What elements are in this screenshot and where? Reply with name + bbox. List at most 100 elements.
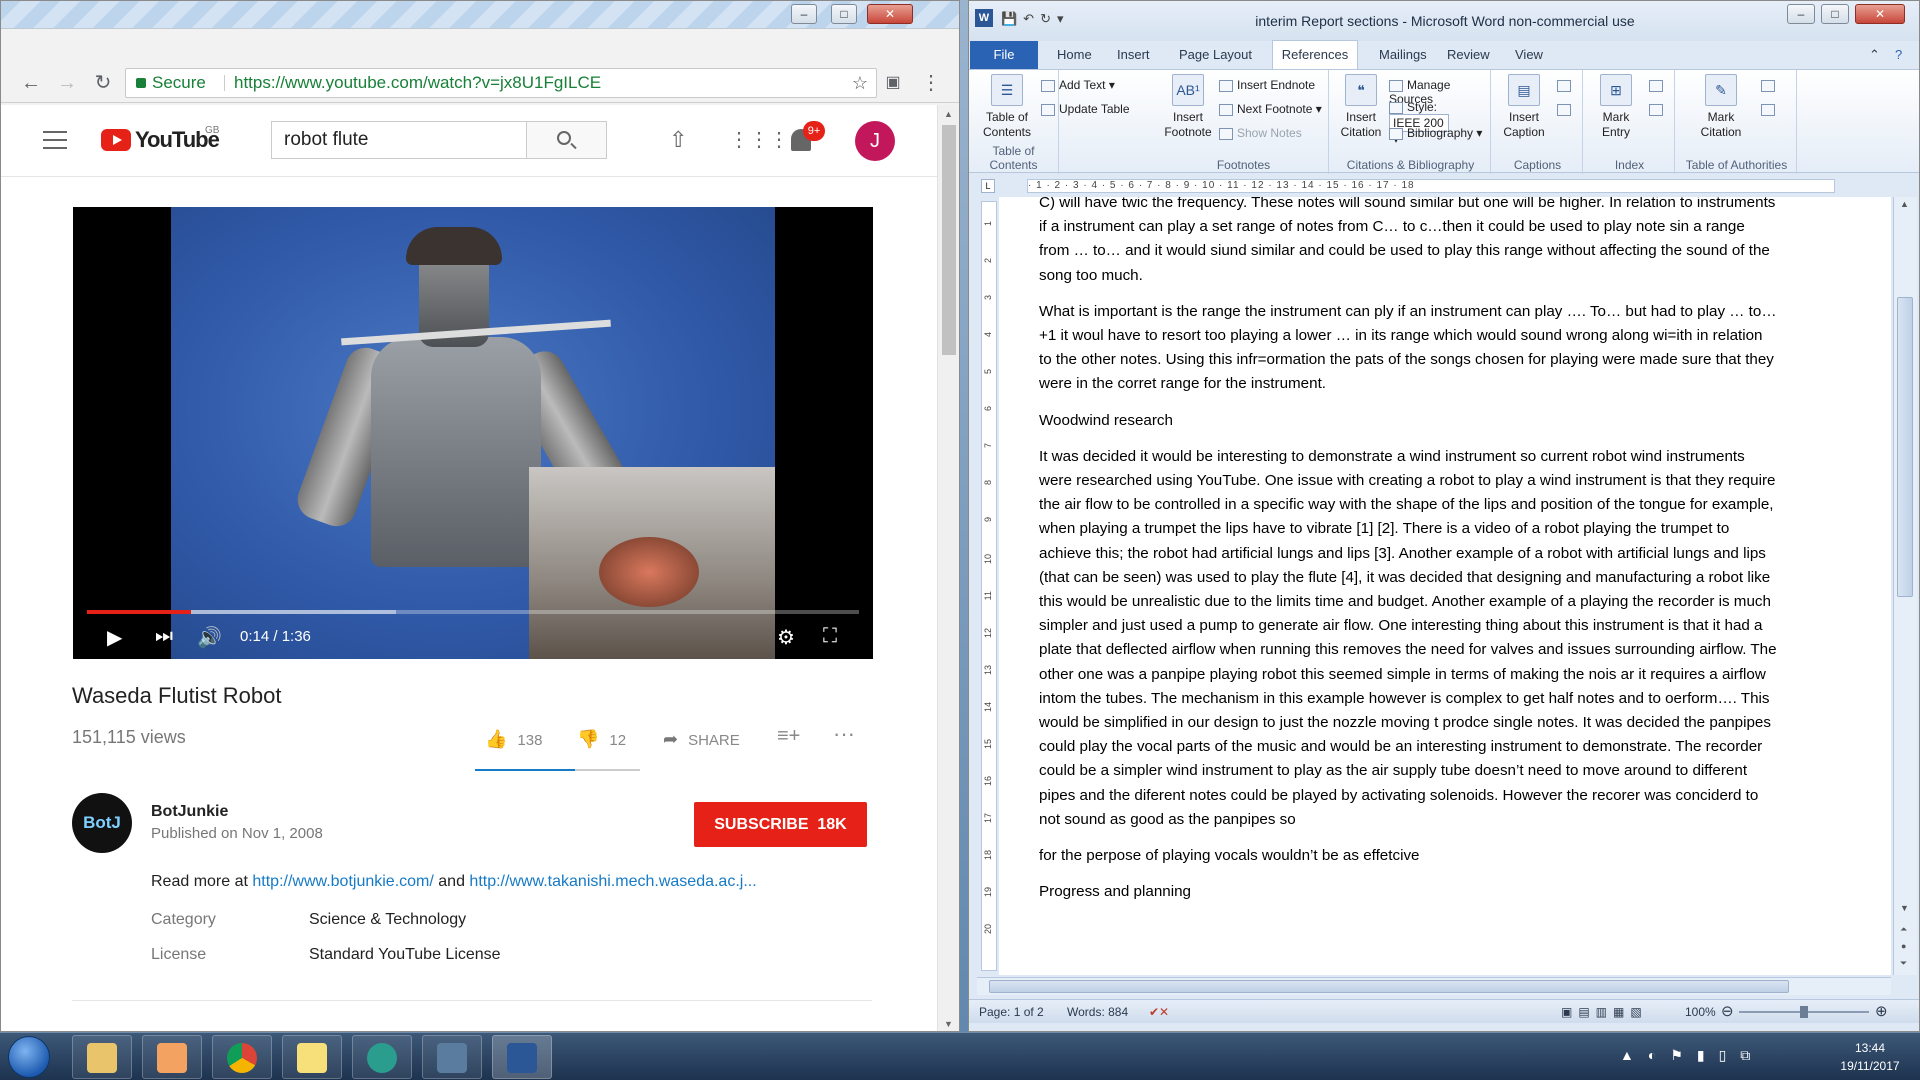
next-footnote-button[interactable]: Next Footnote ▾: [1219, 102, 1322, 116]
account-avatar[interactable]: J: [855, 121, 895, 161]
vertical-ruler[interactable]: 1 2 3 4 5 6 7 8 9 10 11 12 13 14 15 16 17 18 19 20: [981, 201, 997, 971]
fullscreen-icon[interactable]: ⛶: [823, 625, 837, 648]
chrome-tabstrip[interactable]: – □ ✕: [1, 1, 959, 29]
like-button[interactable]: 👍 138: [485, 729, 542, 750]
reload-icon[interactable]: ↻: [91, 72, 115, 94]
volume-icon[interactable]: 🔊: [197, 625, 222, 650]
doc-scroll-down-icon[interactable]: ▼: [1900, 903, 1909, 913]
insert-authorities-icon[interactable]: [1761, 78, 1779, 92]
bookmark-star-icon[interactable]: ☆: [852, 69, 868, 97]
start-button[interactable]: [8, 1036, 50, 1078]
clock[interactable]: 13:44 19/11/2017: [1830, 1039, 1910, 1075]
back-icon[interactable]: ←: [19, 72, 43, 94]
play-icon[interactable]: ▶: [107, 625, 122, 650]
youtube-logo-icon[interactable]: [101, 129, 131, 151]
address-bar[interactable]: Secure https://www.youtube.com/watch?v=j…: [125, 68, 877, 98]
page-count[interactable]: Page: 1 of 2: [979, 1005, 1044, 1019]
url-text[interactable]: https://www.youtube.com/watch?v=jx8U1FgI…: [234, 69, 601, 97]
dislike-button[interactable]: 👎 12: [577, 729, 626, 750]
paragraph-2[interactable]: What is important is the range the instr…: [1039, 300, 1779, 397]
insert-footnote-button[interactable]: AB¹ Insert Footnote: [1163, 74, 1213, 140]
paragraph-3[interactable]: It was decided it would be interesting t…: [1039, 445, 1779, 832]
taskbar-security[interactable]: [352, 1035, 412, 1079]
taskbar-sticky-notes[interactable]: [282, 1035, 342, 1079]
system-tray[interactable]: ▲◐⚑▮▯⧉: [1620, 1047, 1764, 1064]
tab-selector-icon[interactable]: L: [981, 179, 995, 193]
word-close-button[interactable]: ✕: [1855, 4, 1905, 24]
chrome-menu-icon[interactable]: ⋮: [919, 72, 943, 94]
previous-page-icon[interactable]: ⏶: [1900, 924, 1907, 935]
zoom-slider[interactable]: [1739, 1006, 1869, 1018]
mark-citation-button[interactable]: ✎ Mark Citation: [1691, 74, 1751, 140]
category-value[interactable]: Science & Technology: [309, 911, 466, 929]
chrome-minimize-button[interactable]: –: [791, 4, 817, 24]
insert-index-icon[interactable]: [1649, 78, 1667, 92]
settings-gear-icon[interactable]: ⚙: [777, 625, 795, 650]
zoom-level[interactable]: 100%: [1685, 1005, 1716, 1019]
ribbon-collapse-icon[interactable]: ⌃: [1869, 47, 1880, 63]
next-page-icon[interactable]: ⏷: [1900, 958, 1907, 969]
taskbar-word[interactable]: [492, 1035, 552, 1079]
tab-file[interactable]: File: [970, 41, 1038, 69]
search-input[interactable]: robot flute: [271, 121, 527, 159]
page-scrollbar[interactable]: ▲ ▼: [937, 105, 959, 1031]
heading-progress-and-planning[interactable]: Progress and planning: [1039, 880, 1779, 904]
table-of-contents-button[interactable]: ☰ Table of Contents: [977, 74, 1037, 140]
tab-references[interactable]: References: [1272, 40, 1358, 70]
tab-home[interactable]: Home: [1057, 47, 1092, 62]
view-buttons[interactable]: ▣▤▥▦▧: [1561, 1005, 1648, 1019]
document-vertical-scrollbar[interactable]: ▲ ▼ ⏶ ● ⏷: [1893, 197, 1917, 975]
channel-name[interactable]: BotJunkie: [151, 803, 228, 821]
takanishi-link[interactable]: http://www.takanishi.mech.waseda.ac.j...: [469, 873, 756, 890]
video-progress-bar[interactable]: [87, 610, 859, 614]
next-icon[interactable]: ⏭: [155, 625, 173, 648]
upload-icon[interactable]: ⇧: [669, 127, 687, 153]
channel-avatar[interactable]: BotJ: [72, 793, 132, 853]
select-browse-object-icon[interactable]: ●: [1901, 941, 1906, 951]
update-authorities-icon[interactable]: [1761, 102, 1779, 116]
update-figures-icon[interactable]: [1557, 102, 1575, 116]
tab-view[interactable]: View: [1515, 47, 1543, 62]
document-text[interactable]: C) will have twic the frequency. These n…: [1039, 197, 1779, 916]
chrome-restore-button[interactable]: □: [831, 4, 857, 24]
taskbar-chrome[interactable]: [212, 1035, 272, 1079]
hamburger-menu-icon[interactable]: [43, 131, 67, 149]
apps-grid-icon[interactable]: ⋮⋮⋮: [729, 127, 789, 152]
mark-entry-button[interactable]: ⊞ Mark Entry: [1591, 74, 1641, 140]
word-minimize-button[interactable]: –: [1787, 4, 1815, 24]
page-scroll-thumb[interactable]: [942, 125, 956, 355]
scroll-up-icon[interactable]: ▲: [944, 109, 953, 119]
zoom-in-icon[interactable]: ⊕: [1875, 1002, 1888, 1020]
update-table-button[interactable]: Update Table: [1041, 102, 1130, 116]
tab-insert[interactable]: Insert: [1117, 47, 1150, 62]
paragraph-4[interactable]: for the perpose of playing vocals wouldn…: [1039, 844, 1779, 868]
word-count[interactable]: Words: 884: [1067, 1005, 1128, 1019]
tab-review[interactable]: Review: [1447, 47, 1490, 62]
insert-citation-button[interactable]: ❝ Insert Citation: [1335, 74, 1387, 140]
tab-page-layout[interactable]: Page Layout: [1179, 47, 1252, 62]
help-icon[interactable]: ?: [1895, 47, 1902, 62]
extension-icon[interactable]: ▣: [881, 72, 905, 94]
document-horizontal-scrollbar[interactable]: [977, 977, 1891, 995]
search-button[interactable]: [527, 121, 607, 159]
horizontal-scroll-thumb[interactable]: [989, 980, 1789, 993]
document-page[interactable]: C) will have twic the frequency. These n…: [999, 197, 1891, 975]
update-index-icon[interactable]: [1649, 102, 1667, 116]
taskbar-explorer[interactable]: [72, 1035, 132, 1079]
insert-endnote-button[interactable]: Insert Endnote: [1219, 78, 1315, 92]
insert-caption-button[interactable]: ▤ Insert Caption: [1499, 74, 1549, 140]
video-player[interactable]: ▶ ⏭ 🔊 0:14 / 1:36 ⚙ ⛶: [73, 207, 873, 659]
bibliography-button[interactable]: Bibliography ▾: [1389, 126, 1482, 140]
paragraph-1[interactable]: C) will have twic the frequency. These n…: [1039, 197, 1779, 288]
document-scroll-thumb[interactable]: [1897, 297, 1913, 597]
taskbar-app[interactable]: [422, 1035, 482, 1079]
doc-scroll-up-icon[interactable]: ▲: [1900, 199, 1909, 209]
secure-indicator[interactable]: Secure: [136, 69, 206, 97]
document-area[interactable]: C) will have twic the frequency. These n…: [999, 197, 1891, 975]
zoom-out-icon[interactable]: ⊖: [1721, 1002, 1734, 1020]
add-text-button[interactable]: Add Text ▾: [1041, 78, 1115, 92]
tab-mailings[interactable]: Mailings: [1379, 47, 1427, 62]
show-notes-button[interactable]: Show Notes: [1219, 126, 1302, 140]
more-actions-icon[interactable]: ···: [833, 721, 855, 747]
taskbar-media-player[interactable]: [142, 1035, 202, 1079]
